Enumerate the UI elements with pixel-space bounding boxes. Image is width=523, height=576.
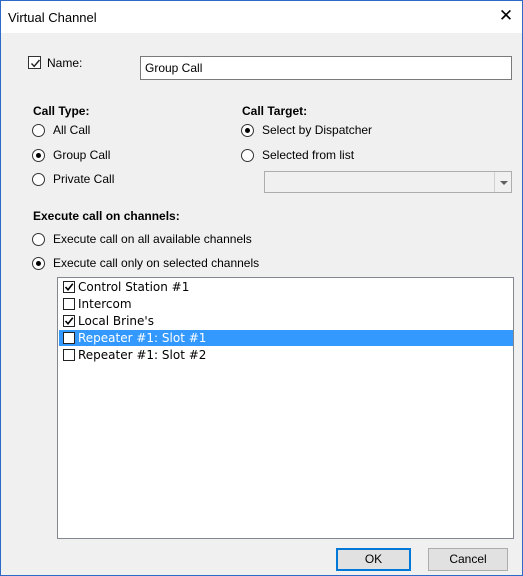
- radio-execute-all[interactable]: [32, 233, 45, 246]
- radio-select-by-dispatcher-label: Select by Dispatcher: [262, 123, 373, 137]
- channel-checkbox[interactable]: [63, 332, 75, 344]
- title-bar: Virtual Channel ✕: [1, 1, 522, 33]
- radio-private-call-label: Private Call: [53, 172, 115, 186]
- channel-checkbox[interactable]: [63, 315, 75, 327]
- radio-all-call[interactable]: [32, 124, 45, 137]
- radio-execute-selected-label: Execute call only on selected channels: [53, 256, 260, 270]
- checkmark-icon: [30, 59, 41, 68]
- radio-selected-from-list[interactable]: [241, 149, 254, 162]
- channel-row[interactable]: Intercom: [59, 296, 513, 312]
- channel-row[interactable]: Repeater #1: Slot #2: [59, 347, 513, 363]
- radio-select-by-dispatcher[interactable]: [241, 124, 254, 137]
- channel-checkbox[interactable]: [63, 298, 75, 310]
- channel-list-dropdown[interactable]: [264, 171, 512, 193]
- checkmark-icon: [64, 317, 74, 326]
- channel-label: Repeater #1: Slot #1: [78, 331, 207, 345]
- radio-private-call[interactable]: [32, 173, 45, 186]
- name-label: Name:: [47, 56, 83, 70]
- name-input-value: Group Call: [145, 61, 203, 75]
- channel-label: Control Station #1: [78, 280, 190, 294]
- radio-selected-from-list-label: Selected from list: [262, 148, 355, 162]
- radio-group-call-label: Group Call: [53, 148, 111, 162]
- window-title: Virtual Channel: [8, 10, 97, 25]
- virtual-channel-dialog: Virtual Channel ✕ Name: Group Call Call …: [0, 0, 523, 576]
- name-checkbox[interactable]: [28, 56, 41, 69]
- cancel-button[interactable]: Cancel: [428, 548, 508, 571]
- channel-label: Intercom: [78, 297, 132, 311]
- channel-row[interactable]: Control Station #1: [59, 279, 513, 295]
- call-target-heading: Call Target:: [242, 104, 308, 118]
- radio-execute-selected[interactable]: [32, 257, 45, 270]
- radio-group-call[interactable]: [32, 149, 45, 162]
- radio-execute-all-label: Execute call on all available channels: [53, 232, 252, 246]
- channel-checkbox[interactable]: [63, 281, 75, 293]
- name-input[interactable]: Group Call: [140, 56, 512, 80]
- close-icon[interactable]: ✕: [496, 6, 516, 26]
- radio-all-call-label: All Call: [53, 123, 91, 137]
- channel-checkbox[interactable]: [63, 349, 75, 361]
- channel-row[interactable]: Local Brine's: [59, 313, 513, 329]
- channel-label: Local Brine's: [78, 314, 154, 328]
- call-type-heading: Call Type:: [33, 104, 90, 118]
- execute-heading: Execute call on channels:: [33, 209, 180, 223]
- channel-label: Repeater #1: Slot #2: [78, 348, 207, 362]
- channel-row[interactable]: Repeater #1: Slot #1: [59, 330, 513, 346]
- chevron-down-icon: [494, 172, 511, 192]
- checkmark-icon: [64, 283, 74, 292]
- ok-button[interactable]: OK: [336, 548, 411, 571]
- channel-listbox[interactable]: Control Station #1 Intercom Local Brine'…: [57, 277, 514, 539]
